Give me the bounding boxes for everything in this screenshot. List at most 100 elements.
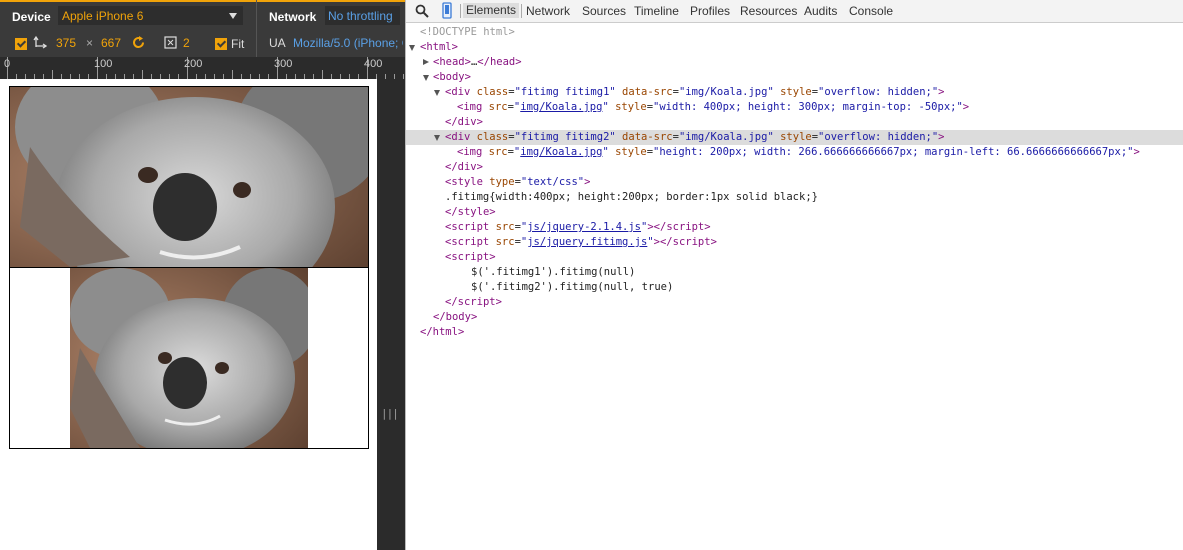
attr-value: "overflow: hidden;": [818, 131, 939, 143]
attr-name: data-src: [622, 86, 673, 98]
expand-triangle-icon[interactable]: [434, 135, 440, 141]
attr-name: style: [780, 86, 812, 98]
koala-image-2: [70, 268, 308, 448]
fit-checkbox[interactable]: [215, 38, 227, 50]
dom-text-js-line[interactable]: $('.fitimg2').fitimg(null, true): [406, 280, 1183, 295]
dom-node-head[interactable]: <head>…</head>: [406, 55, 1183, 70]
dom-node-body-close[interactable]: </body>: [406, 310, 1183, 325]
dom-node-script-fitimg[interactable]: <script src="js/jquery.fitimg.js"></scri…: [406, 235, 1183, 250]
tab-console[interactable]: Console: [849, 4, 893, 18]
src-link[interactable]: img/Koala.jpg: [520, 146, 602, 158]
dom-node-div-close[interactable]: </div>: [406, 115, 1183, 130]
fitimg1-container: [9, 86, 369, 268]
tag-name: head: [489, 56, 516, 68]
dom-node-script-jquery[interactable]: <script src="js/jquery-2.1.4.js"></scrip…: [406, 220, 1183, 235]
dom-node-div-fitimg2-selected[interactable]: <div class="fitimg fitimg2" data-src="im…: [406, 130, 1183, 145]
src-link[interactable]: img/Koala.jpg: [520, 101, 602, 113]
tab-timeline[interactable]: Timeline: [634, 4, 679, 18]
tag-name: style: [451, 176, 483, 188]
dom-node-script-inline[interactable]: <script>: [406, 250, 1183, 265]
devtools-tab-bar: Elements Network Sources Timeline Profil…: [406, 0, 1183, 23]
panel-resize-grip-icon[interactable]: |||: [381, 407, 399, 420]
resize-checkbox[interactable]: [15, 38, 27, 50]
pixel-ratio-icon: [164, 36, 177, 49]
height-input[interactable]: 667: [101, 36, 121, 50]
tag-name: html: [432, 326, 458, 338]
src-link[interactable]: js/jquery-2.1.4.js: [527, 221, 641, 233]
tag-name: script: [666, 221, 705, 233]
tag-name: div: [457, 116, 477, 128]
ruler-tick: [142, 70, 143, 79]
tab-separator: [460, 4, 461, 18]
tag-name: script: [457, 296, 496, 308]
koala-image-1: [10, 87, 368, 267]
search-icon[interactable]: [415, 4, 429, 18]
dimension-separator: ×: [86, 36, 94, 50]
tab-separator: [521, 4, 522, 18]
dom-node-html-close[interactable]: </html>: [406, 325, 1183, 340]
resize-icon: [33, 35, 47, 49]
expand-triangle-icon[interactable]: [409, 45, 415, 51]
tab-network[interactable]: Network: [526, 4, 570, 18]
attr-name: class: [476, 86, 509, 98]
dom-node-div-fitimg1[interactable]: <div class="fitimg fitimg1" data-src="im…: [406, 85, 1183, 100]
attr-name: style: [615, 101, 647, 113]
src-link[interactable]: js/jquery.fitimg.js: [527, 236, 647, 248]
css-rule-text: .fitimg{width:400px; height:200px; borde…: [445, 191, 818, 203]
tag-name: div: [457, 161, 477, 173]
dom-node-style[interactable]: <style type="text/css">: [406, 175, 1183, 190]
toolbar-divider: [256, 0, 257, 57]
pixel-ratio-input[interactable]: 2: [183, 36, 190, 50]
ruler-label: 200: [184, 58, 203, 70]
ruler-label: 100: [94, 58, 113, 70]
network-throttle-value: No throttling: [328, 9, 393, 23]
tab-elements[interactable]: Elements: [463, 3, 520, 18]
tag-name: head: [439, 56, 465, 68]
tag-name: body: [445, 311, 471, 323]
tag-name: div: [451, 131, 471, 143]
tab-sources[interactable]: Sources: [582, 4, 626, 18]
expand-triangle-icon[interactable]: [423, 75, 429, 81]
tag-name: body: [439, 71, 465, 83]
dom-node-script-close[interactable]: </script>: [406, 295, 1183, 310]
tag-name: script: [672, 236, 711, 248]
ruler-label: 0: [4, 58, 11, 70]
mobile-device-icon[interactable]: [442, 2, 452, 19]
dom-text-css-rule[interactable]: .fitimg{width:400px; height:200px; borde…: [406, 190, 1183, 205]
attr-value: "text/css": [520, 176, 585, 188]
network-throttle-select[interactable]: No throttling: [325, 6, 400, 25]
tab-audits[interactable]: Audits: [804, 4, 837, 18]
tag-name: img: [463, 146, 483, 158]
dom-node-html[interactable]: <html>: [406, 40, 1183, 55]
device-toolbar: Device Apple iPhone 6 Network No throttl…: [0, 0, 405, 57]
dom-node-style-close[interactable]: </style>: [406, 205, 1183, 220]
width-input[interactable]: 375: [56, 36, 76, 50]
ruler-tick: [232, 70, 233, 79]
device-select[interactable]: Apple iPhone 6: [58, 6, 243, 25]
splitter-gutter[interactable]: |||: [377, 79, 405, 550]
rotate-icon[interactable]: [131, 35, 146, 50]
dom-text-js-line[interactable]: $('.fitimg1').fitimg(null): [406, 265, 1183, 280]
dom-node-img1[interactable]: <img src="img/Koala.jpg" style="width: 4…: [406, 100, 1183, 115]
fit-label: Fit: [231, 37, 245, 51]
user-agent-input[interactable]: Mozilla/5.0 (iPhone; C: [293, 36, 403, 50]
tag-name: script: [451, 221, 490, 233]
device-emulation-pane: Device Apple iPhone 6 Network No throttl…: [0, 0, 405, 550]
toolbar-accent-line: [0, 0, 405, 2]
attr-value: "height: 200px; width: 266.666666666667p…: [653, 146, 1134, 158]
collapse-triangle-icon[interactable]: [423, 59, 429, 65]
device-label: Device: [12, 10, 51, 24]
attr-name: type: [489, 176, 515, 188]
tag-name: html: [426, 41, 452, 53]
dom-node-img2[interactable]: <img src="img/Koala.jpg" style="height: …: [406, 145, 1183, 160]
expand-triangle-icon[interactable]: [434, 90, 440, 96]
dom-node-body[interactable]: <body>: [406, 70, 1183, 85]
dom-node-div-close[interactable]: </div>: [406, 160, 1183, 175]
attr-value: "img/Koala.jpg": [678, 86, 774, 98]
dom-node-doctype[interactable]: <!DOCTYPE html>: [406, 25, 1183, 40]
tab-resources[interactable]: Resources: [740, 4, 797, 18]
fitimg2-container: [9, 267, 369, 449]
horizontal-ruler: 0 100 200 300 400: [0, 57, 405, 79]
attr-name: data-src: [622, 131, 673, 143]
tab-profiles[interactable]: Profiles: [690, 4, 730, 18]
